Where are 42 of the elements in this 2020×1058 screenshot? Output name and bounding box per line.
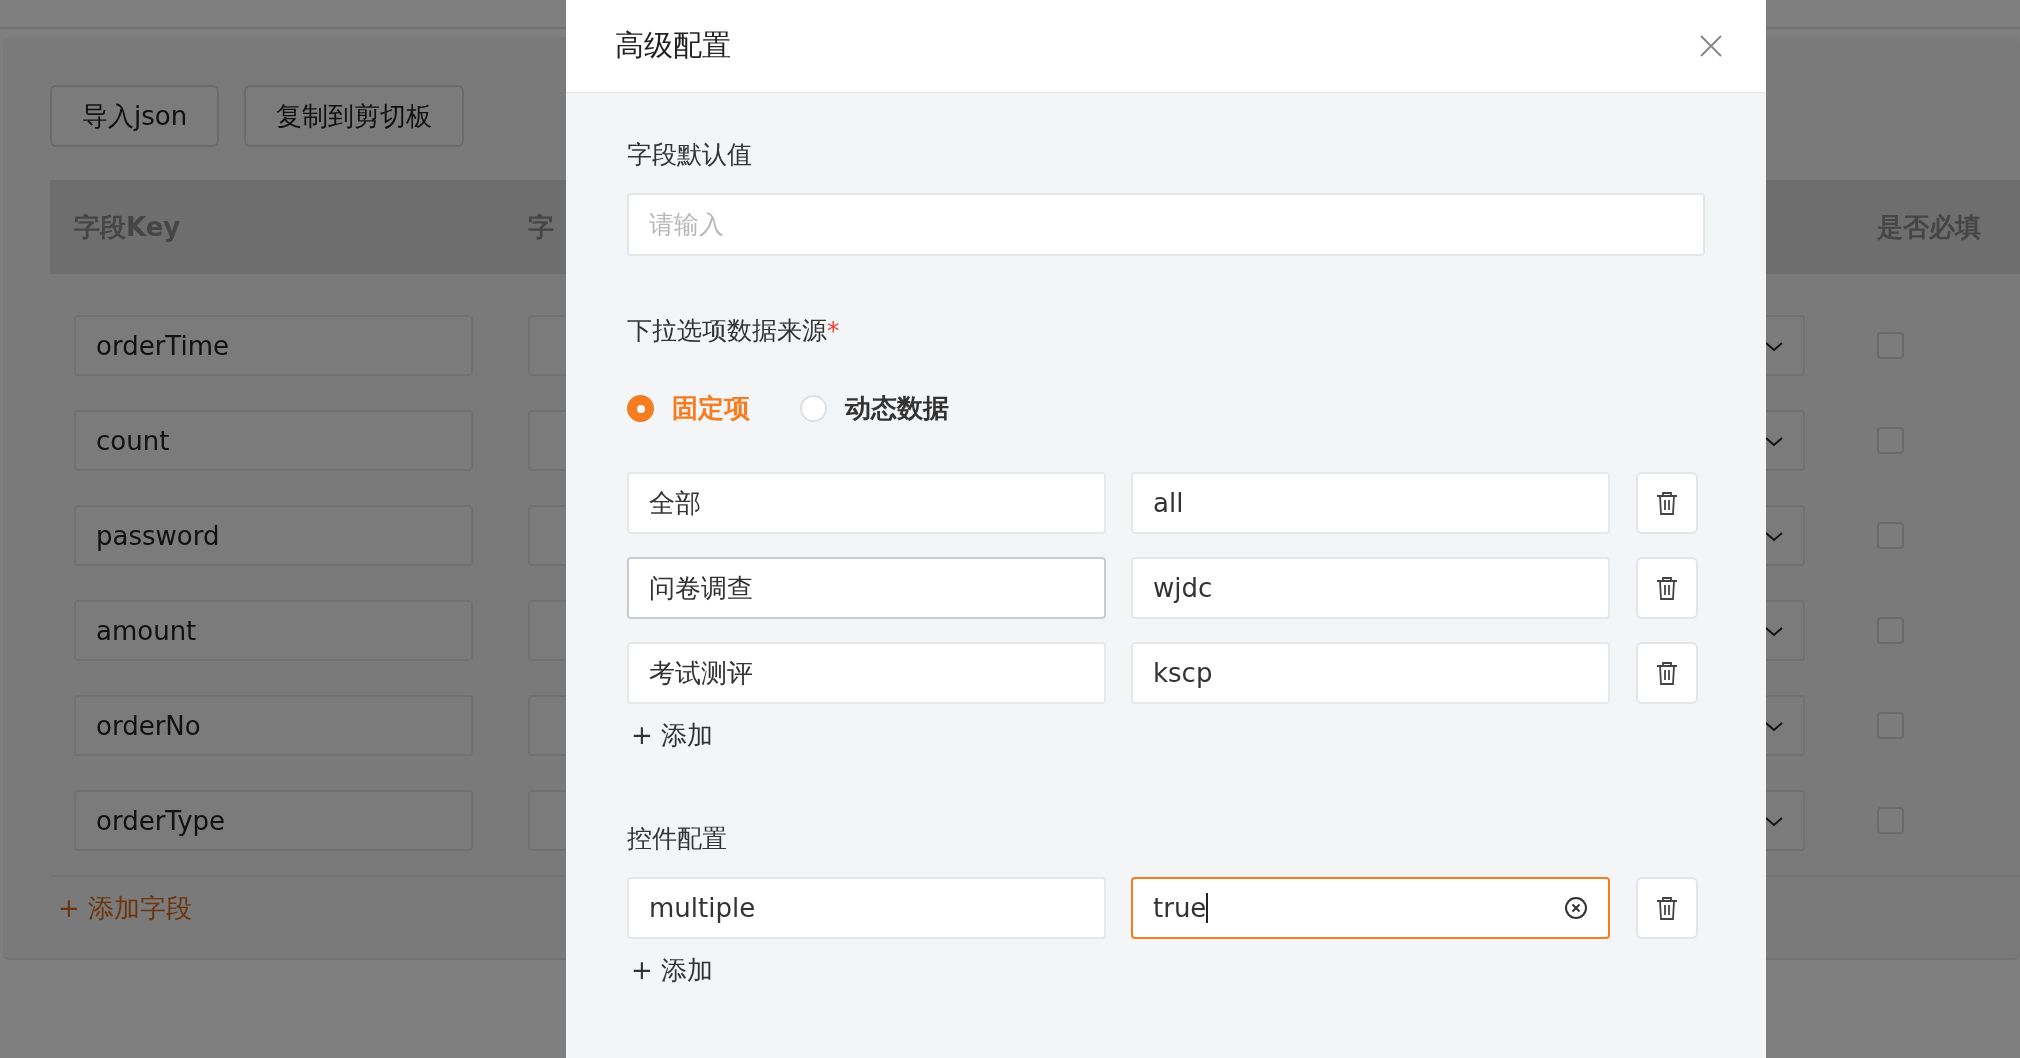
input-field[interactable]: password [74,505,473,566]
add-button[interactable]: + 添加 [627,718,714,753]
toolbar-button[interactable]: 导入json [50,85,220,147]
chevron-down-icon [1765,529,1783,542]
trash-icon [1656,491,1678,515]
input-field[interactable]: orderType [74,790,473,851]
input-field[interactable]: count [74,410,473,471]
text-cursor [1206,893,1209,923]
input-field[interactable]: amount [74,600,473,661]
input-field[interactable]: orderNo [74,695,473,756]
clear-icon[interactable] [1564,896,1588,920]
input-field[interactable]: orderTime [74,315,473,376]
radio-option[interactable]: 动态数据 [800,391,949,426]
chevron-down-icon [1765,624,1783,637]
field-label: 字段默认值 [627,139,753,171]
add-button[interactable]: + 添加 [627,953,714,988]
dialog-title: 高级配置 [615,27,731,64]
input-field[interactable]: all [1131,472,1610,534]
radio-button[interactable] [627,395,654,422]
trash-icon [1656,576,1678,600]
input-field[interactable]: 全部 [627,472,1106,534]
chevron-down-icon [1765,434,1783,447]
input-field[interactable]: kscp [1131,642,1610,704]
chevron-down-icon [1765,339,1783,352]
input-field[interactable]: 考试测评 [627,642,1106,704]
close-icon[interactable] [1700,35,1722,57]
toolbar-button[interactable]: 复制到剪切板 [244,85,465,147]
delete-button[interactable] [1636,877,1698,939]
input-field[interactable]: 请输入 [627,193,1705,256]
trash-icon [1656,896,1678,920]
input-field[interactable]: multiple [627,877,1106,939]
delete-button[interactable] [1636,642,1698,704]
input-field[interactable]: wjdc [1131,557,1610,619]
delete-button[interactable] [1636,472,1698,534]
field-label: 下拉选项数据来源* [627,315,841,347]
input-field[interactable]: true [1131,877,1610,939]
input-field[interactable]: 问卷调查 [627,557,1106,619]
trash-icon [1656,661,1678,685]
chevron-down-icon [1765,814,1783,827]
delete-button[interactable] [1636,557,1698,619]
field-label: 控件配置 [627,823,728,855]
chevron-down-icon [1765,719,1783,732]
